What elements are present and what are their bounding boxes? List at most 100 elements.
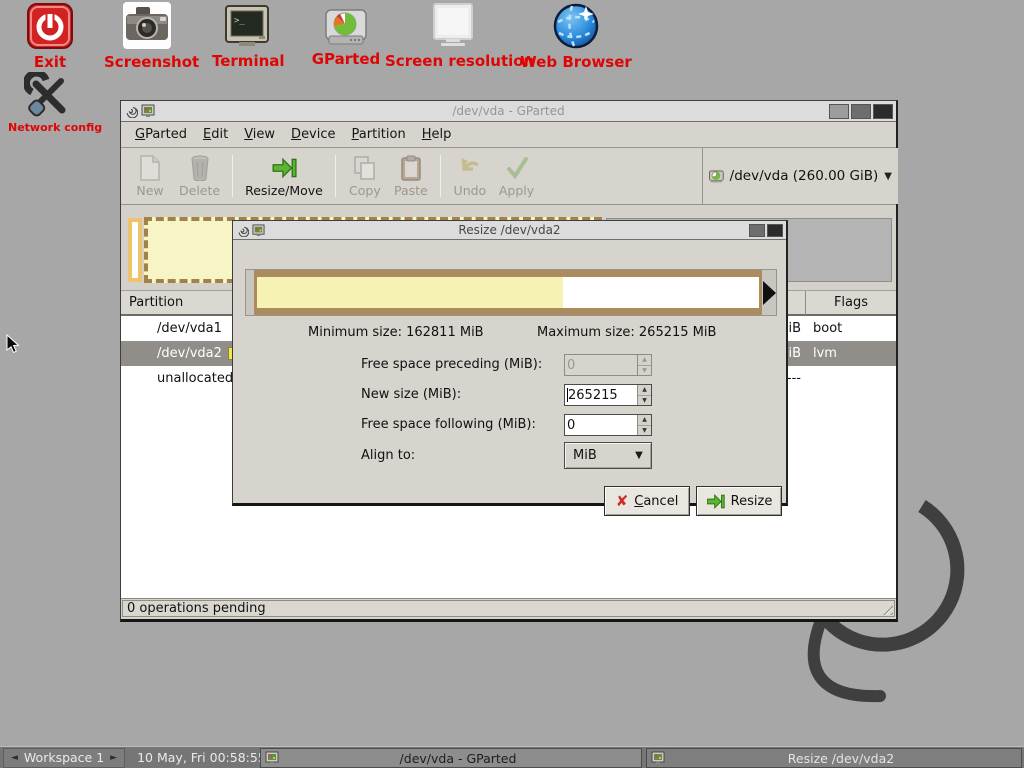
close-button[interactable] [767, 224, 783, 237]
left-cap [246, 270, 254, 315]
mouse-cursor [6, 334, 20, 354]
drive-icon [709, 169, 724, 184]
menubar: GParted Edit View Device Partition Help [121, 122, 896, 148]
apply-button[interactable]: Apply [493, 153, 540, 200]
free-space-following-spinbox[interactable]: 0 ▲▼ [564, 414, 652, 436]
workspace-label: Workspace 1 [24, 750, 104, 765]
resize-dialog: Resize /dev/vda2 Minimum size: 16281 [232, 220, 788, 506]
workspace-next-icon[interactable]: ► [110, 753, 117, 763]
field-align-to: Align to: MiB ▼ [233, 442, 786, 469]
resize-arrow-icon [706, 492, 725, 511]
partition-visual-vda1[interactable] [128, 218, 142, 282]
undo-button[interactable]: Undo [447, 153, 493, 200]
resize-slider-widget[interactable] [245, 269, 777, 316]
power-icon [27, 3, 73, 50]
menu-edit[interactable]: Edit [195, 124, 236, 145]
svg-text:>_: >_ [234, 16, 245, 26]
gparted-app-icon [141, 104, 155, 118]
button-label: Resize [731, 494, 773, 509]
window-title: /dev/vda - GParted [121, 104, 896, 118]
maximize-button[interactable] [749, 224, 765, 237]
desktop-icon-gparted[interactable]: GParted [310, 9, 382, 68]
cell-flags: boot [806, 316, 896, 341]
desktop-icon-screenshot[interactable]: Screenshot [104, 1, 190, 71]
chevron-down-icon: ▼ [884, 171, 892, 182]
apply-check-icon [505, 155, 529, 181]
task-label: Resize /dev/vda2 [665, 751, 1017, 766]
desktop-icon-screen-resolution[interactable]: Screen resolution [385, 3, 521, 70]
close-button[interactable] [873, 104, 893, 119]
resize-move-icon [271, 155, 297, 181]
menu-partition[interactable]: Partition [344, 124, 414, 145]
undo-icon [458, 155, 482, 181]
desktop-icon-web-browser[interactable]: Web Browser [520, 2, 632, 71]
dialog-titlebar[interactable]: Resize /dev/vda2 [233, 221, 786, 240]
spin-up-icon[interactable]: ▲ [638, 385, 651, 396]
menu-device[interactable]: Device [283, 124, 343, 145]
field-label: Align to: [361, 448, 415, 463]
desktop-icon-label: Terminal [212, 52, 282, 70]
partition-frame [254, 270, 762, 315]
minimum-size-label: Minimum size: 162811 MiB [308, 325, 484, 340]
clock: 10 May, Fri 00:58:55 [137, 750, 266, 765]
menu-view[interactable]: View [236, 124, 283, 145]
resize-grip[interactable] [879, 601, 893, 615]
field-label: Free space preceding (MiB): [361, 357, 542, 372]
spin-down-icon[interactable]: ▼ [638, 426, 651, 436]
workspace-prev-icon[interactable]: ◄ [11, 753, 18, 763]
cell-flags: lvm [806, 341, 896, 366]
taskbar-task-resize-dialog[interactable]: Resize /dev/vda2 [646, 748, 1022, 768]
desktop-icon-label: Network config [8, 121, 88, 134]
desktop: Exit Screenshot >_ Terminal [0, 0, 1024, 768]
new-button[interactable]: New [127, 153, 173, 200]
menu-help[interactable]: Help [414, 124, 460, 145]
desktop-icon-exit[interactable]: Exit [20, 3, 80, 71]
terminal-icon: >_ [224, 5, 270, 49]
minmax-row: Minimum size: 162811 MiB Maximum size: 2… [233, 325, 786, 343]
spin-down-icon[interactable]: ▼ [638, 366, 651, 376]
taskbar-task-gparted[interactable]: /dev/vda - GParted [260, 748, 642, 768]
tools-icon [24, 72, 72, 118]
cancel-button[interactable]: ✘ Cancel [604, 486, 690, 516]
new-size-spinbox[interactable]: 265215 ▲▼ [564, 384, 652, 406]
desktop-icon-terminal[interactable]: >_ Terminal [212, 5, 282, 70]
spin-value: 265215 [568, 388, 618, 403]
resize-move-button[interactable]: Resize/Move [239, 153, 329, 200]
statusbar: 0 operations pending [121, 598, 896, 619]
field-label: New size (MiB): [361, 387, 461, 402]
globe-icon [552, 2, 600, 50]
field-label: Free space following (MiB): [361, 417, 536, 432]
device-selector[interactable]: /dev/vda (260.00 GiB) ▼ [702, 148, 898, 204]
maximize-button[interactable] [851, 104, 871, 119]
minimize-button[interactable] [829, 104, 849, 119]
spin-up-icon[interactable]: ▲ [638, 355, 651, 366]
resize-button[interactable]: Resize [696, 486, 782, 516]
spin-up-icon[interactable]: ▲ [638, 415, 651, 426]
align-to-dropdown[interactable]: MiB ▼ [564, 442, 652, 469]
paste-button[interactable]: Paste [388, 153, 434, 200]
delete-button[interactable]: Delete [173, 153, 226, 200]
task-label: /dev/vda - GParted [279, 751, 637, 766]
paste-icon [401, 155, 421, 181]
copy-button[interactable]: Copy [342, 153, 388, 200]
taskbar: ◄ Workspace 1 ► 10 May, Fri 00:58:55 ◄ ►… [0, 746, 1024, 768]
chevron-down-icon: ▼ [627, 450, 651, 461]
resize-handle-arrow[interactable] [763, 281, 776, 305]
desktop-icon-label: Exit [20, 53, 80, 71]
column-header-flags[interactable]: Flags [806, 291, 896, 316]
workspace-switcher[interactable]: ◄ Workspace 1 ► [3, 748, 125, 768]
menu-gparted[interactable]: GParted [127, 124, 195, 145]
titlebar[interactable]: /dev/vda - GParted [121, 101, 896, 122]
desktop-icon-network-config[interactable]: Network config [8, 72, 88, 134]
spin-down-icon[interactable]: ▼ [638, 396, 651, 406]
wm-spiral-icon [124, 104, 138, 118]
dropdown-value: MiB [565, 448, 627, 463]
free-space-preceding-spinbox[interactable]: 0 ▲▼ [564, 354, 652, 376]
toolbar: New Delete Resize/Move Copy [121, 148, 896, 205]
wm-spiral-icon [236, 224, 249, 237]
spin-value: 0 [565, 415, 637, 435]
field-new-size: New size (MiB): 265215 ▲▼ [233, 384, 786, 406]
spin-value: 0 [565, 355, 637, 375]
gparted-app-icon [252, 224, 265, 237]
maximum-size-label: Maximum size: 265215 MiB [537, 325, 716, 340]
